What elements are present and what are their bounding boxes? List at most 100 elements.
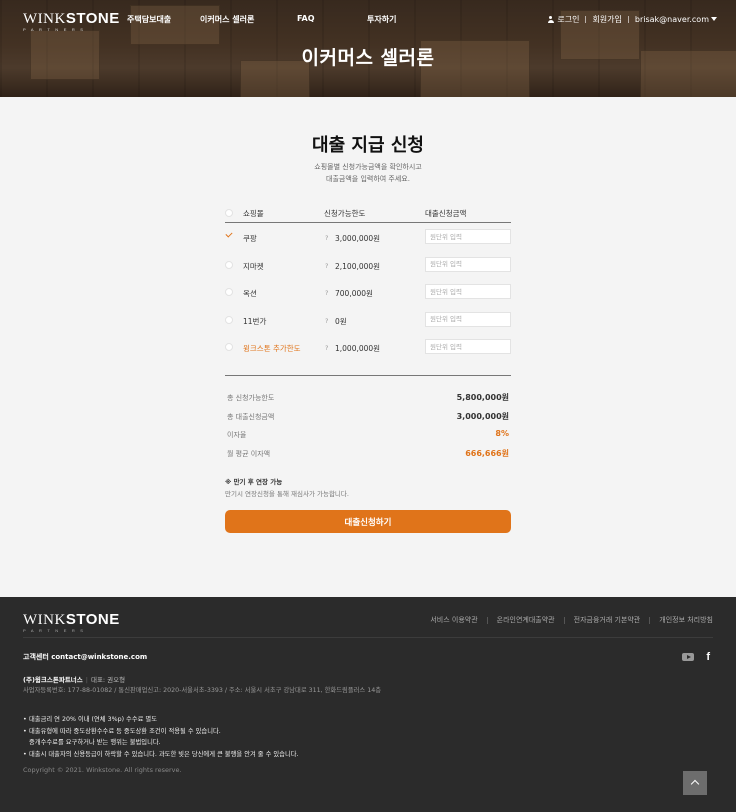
mall-name: 쿠팡 — [243, 234, 257, 243]
available-amount: 0원 — [335, 316, 347, 326]
mall-name: 지마켓 — [243, 261, 264, 271]
help-icon[interactable]: ? — [325, 234, 328, 242]
summary-label: 이자율 — [227, 431, 247, 439]
summary-label: 월 평균 이자액 — [227, 449, 271, 458]
page-title: 대출 지급 신청 — [312, 135, 424, 156]
row-radio[interactable] — [225, 260, 233, 269]
divider — [627, 16, 629, 23]
table-row: 11번가 ? 0원 — [225, 306, 511, 334]
copyright: Copyright © 2021. Winkstone. All rights … — [23, 766, 182, 774]
nav-item-faq[interactable]: FAQ — [297, 14, 315, 23]
footer-link-efinance-terms[interactable]: 전자금융거래 기본약관 — [574, 615, 641, 625]
apply-loan-button[interactable]: 대출신청하기 — [225, 510, 511, 533]
signup-link[interactable]: 회원가입 — [592, 14, 621, 25]
youtube-icon[interactable] — [682, 653, 695, 661]
description-line: 대출금액을 입력하여 주세요. — [326, 175, 410, 183]
divider — [649, 616, 651, 624]
available-amount: 700,000원 — [335, 289, 373, 298]
note-text: 만기시 연장신청을 통해 재심사가 가능합니다. — [225, 490, 349, 498]
request-amount-input[interactable] — [425, 339, 511, 354]
notice-item: 중개수수료를 요구하거나 받는 행위는 불법입니다. — [29, 739, 161, 746]
footer-links: 서비스 이용약관 온라인연계대출약관 전자금융거래 기본약관 개인정보 처리방침 — [430, 615, 713, 625]
hero-title: 이커머스 셀러론 — [301, 47, 435, 69]
note-title: ※ 만기 후 연장 가능 — [225, 478, 283, 486]
table-header: 쇼핑몰 신청가능한도 대출신청금액 — [225, 207, 511, 223]
notice-item: 대출금리 연 20% 이내 (연체 3%p) 수수료 별도 — [23, 714, 299, 726]
loan-summary: 총 신청가능한도 5,800,000원 총 대출신청금액 3,000,000원 … — [225, 389, 511, 463]
footer-link-privacy[interactable]: 개인정보 처리방침 — [659, 615, 713, 625]
select-all-radio[interactable] — [225, 209, 233, 217]
row-radio[interactable] — [225, 315, 233, 324]
summary-row: 총 대출신청금액 3,000,000원 — [225, 408, 511, 427]
ceo-name: 대표: 권오형 — [90, 676, 126, 684]
facebook-icon[interactable]: f — [706, 652, 710, 663]
row-radio[interactable] — [225, 343, 233, 351]
table-row: 윙크스톤 추가한도 ? 1,000,000원 — [225, 333, 511, 361]
scroll-top-button[interactable] — [683, 771, 707, 795]
divider — [563, 616, 565, 624]
help-icon[interactable]: ? — [325, 262, 328, 270]
request-amount-input[interactable] — [425, 284, 511, 299]
footer-link-terms[interactable]: 서비스 이용약관 — [430, 615, 477, 625]
brand-logo[interactable]: WINKSTONE PARTNERS — [23, 10, 120, 32]
loan-table: 쇼핑몰 신청가능한도 대출신청금액 쿠팡 ? 3,000,000원 지마켓 ? … — [225, 207, 511, 361]
nav-item-mortgage[interactable]: 주택담보대출 — [127, 14, 171, 25]
request-amount-input[interactable] — [425, 229, 511, 244]
mall-name: 옥션 — [243, 289, 257, 298]
divider: | — [85, 676, 88, 684]
nav-item-seller-loan[interactable]: 이커머스 셀러론 — [200, 14, 254, 25]
summary-row: 총 신청가능한도 5,800,000원 — [225, 389, 511, 408]
request-amount-input[interactable] — [425, 311, 511, 327]
help-icon[interactable]: ? — [325, 344, 328, 352]
available-amount: 3,000,000원 — [335, 234, 381, 243]
user-menu: 로그인 회원가입 brisak@naver.com — [547, 14, 717, 25]
summary-value: 666,666원 — [465, 448, 509, 458]
legal-notices: 대출금리 연 20% 이내 (연체 3%p) 수수료 별도 대출유형에 따라 중… — [23, 714, 299, 760]
summary-value: 8% — [495, 429, 509, 438]
nav-item-invest[interactable]: 투자하기 — [367, 14, 396, 25]
hero-header: WINKSTONE PARTNERS 주택담보대출 이커머스 셀러론 FAQ 투… — [0, 0, 736, 97]
table-row: 옥션 ? 700,000원 — [225, 278, 511, 306]
footer: WINKSTONE PARTNERS 서비스 이용약관 온라인연계대출약관 전자… — [0, 597, 736, 812]
table-row: 지마켓 ? 2,100,000원 — [225, 251, 511, 279]
summary-row: 이자율 8% — [225, 426, 511, 445]
summary-value: 5,800,000원 — [456, 393, 509, 402]
user-icon — [547, 16, 554, 23]
mall-name: 윙크스톤 추가한도 — [243, 344, 301, 353]
table-row: 쿠팡 ? 3,000,000원 — [225, 223, 511, 251]
notice-item: 대출유형에 따라 중도상환수수료 등 중도상환 조건이 적용될 수 있습니다. — [23, 726, 299, 738]
row-radio[interactable] — [225, 288, 233, 296]
summary-label: 총 대출신청금액 — [227, 412, 275, 421]
help-icon[interactable]: ? — [325, 289, 328, 297]
check-icon[interactable] — [225, 230, 233, 238]
login-link[interactable]: 로그인 — [547, 14, 579, 25]
business-info: 사업자등록번호: 177-88-01082 / 통신판매업신고: 2020-서울… — [23, 687, 381, 694]
header-mall: 쇼핑몰 — [243, 209, 264, 218]
header-available: 신청가능한도 — [324, 209, 366, 218]
summary-row: 월 평균 이자액 666,666원 — [225, 445, 511, 464]
logo-wordmark: WINKSTONE — [23, 611, 120, 628]
notice-item: 대출시 대출자의 신용등급이 하락할 수 있습니다. 과도한 빚은 당신에게 큰… — [23, 749, 299, 761]
user-email: brisak@naver.com — [634, 15, 709, 24]
description-line: 쇼핑몰별 신청가능금액을 확인하시고 — [314, 163, 422, 171]
mall-name: 11번가 — [243, 316, 267, 326]
available-amount: 2,100,000원 — [335, 261, 381, 271]
caret-down-icon — [711, 17, 717, 21]
summary-value: 3,000,000원 — [456, 411, 509, 421]
request-amount-input[interactable] — [425, 256, 511, 272]
company-name: (주)윙크스톤파트너스 — [23, 676, 83, 684]
footer-divider — [23, 637, 713, 638]
login-label: 로그인 — [557, 15, 580, 24]
page-description: 쇼핑몰별 신청가능금액을 확인하시고 대출금액을 입력하여 주세요. — [0, 161, 736, 185]
help-icon[interactable]: ? — [325, 317, 328, 325]
footer-logo[interactable]: WINKSTONE PARTNERS — [23, 611, 120, 633]
divider — [585, 16, 587, 23]
summary-label: 총 신청가능한도 — [227, 394, 275, 402]
account-dropdown[interactable]: brisak@naver.com — [635, 15, 717, 24]
table-bottom-divider — [225, 375, 511, 376]
company-info: (주)윙크스톤파트너스 | 대표: 권오형 — [23, 674, 125, 684]
header-request: 대출신청금액 — [425, 209, 467, 218]
social-links: f — [682, 652, 710, 663]
divider — [486, 616, 488, 624]
footer-link-loan-terms[interactable]: 온라인연계대출약관 — [497, 615, 555, 625]
